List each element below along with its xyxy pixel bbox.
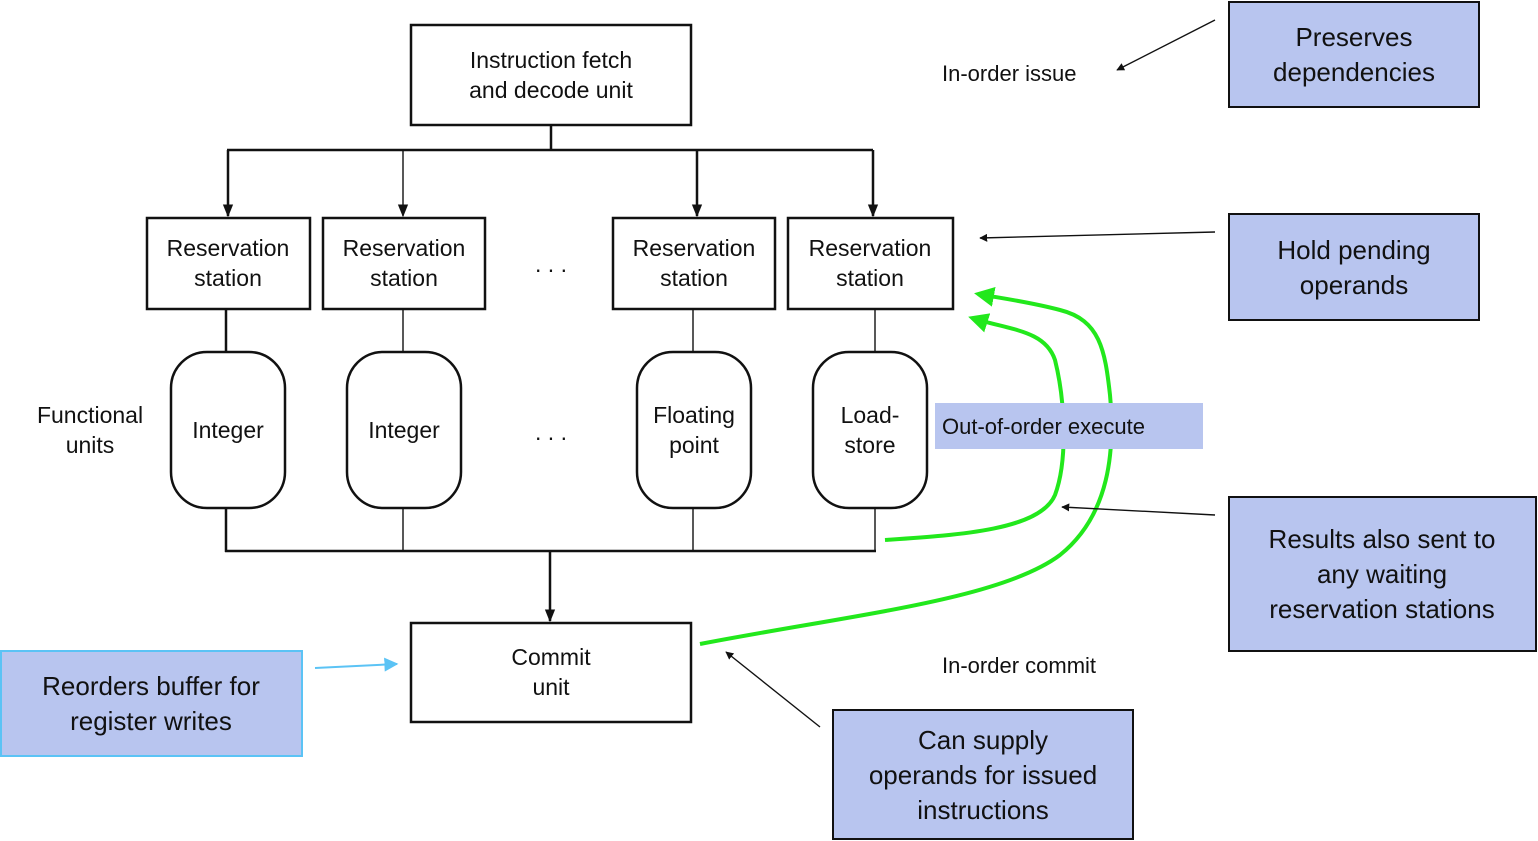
reorders-pointer-arrow [314, 657, 399, 672]
reservation-station-2: Reservation station [321, 216, 487, 311]
functional-unit-integer-1: Integer [169, 350, 287, 510]
fu1-label: Integer [192, 417, 264, 443]
hold-pointer-arrow [979, 231, 1216, 242]
rs2-label-line1: Reservation [343, 235, 466, 261]
hold-line2: operands [1300, 270, 1408, 300]
supply-line1: Can supply [918, 725, 1048, 755]
execute-label-text: Out-of-order execute [942, 414, 1145, 439]
reservation-station-3: Reservation station [611, 216, 777, 311]
commit-label-line2: unit [532, 674, 570, 700]
supply-line2: operands for issued [869, 760, 1097, 790]
results-line1: Results also sent to [1269, 524, 1496, 554]
annotation-can-supply-operands: Can supply operands for issued instructi… [832, 709, 1134, 840]
fu4-label-line2: store [844, 432, 895, 458]
reorders-line1: Reorders buffer for [42, 671, 260, 701]
fu3-label-line2: point [669, 432, 719, 458]
fetch-decode-label-line1: Instruction fetch [470, 47, 632, 73]
tomasulo-diagram: Instruction fetch and decode unit Reserv… [0, 1, 1537, 840]
commit-label-line1: Commit [511, 644, 591, 670]
stage-label-commit: In-order commit [942, 653, 1096, 678]
issue-bus [222, 125, 879, 218]
commit-unit: Commit unit [409, 621, 693, 724]
rs1-label-line1: Reservation [167, 235, 290, 261]
fu4-label-line1: Load- [841, 402, 900, 428]
preserves-line2: dependencies [1273, 57, 1435, 87]
annotation-hold-pending-operands: Hold pending operands [1228, 213, 1480, 321]
functional-units-label-line1: Functional [37, 402, 143, 428]
results-pointer-arrow [1061, 503, 1216, 516]
result-bus [224, 508, 876, 623]
preserves-pointer-arrow [1116, 19, 1216, 71]
stage-label-issue: In-order issue [942, 61, 1077, 86]
fetch-decode-label-line2: and decode unit [469, 77, 633, 103]
fu2-label: Integer [368, 417, 440, 443]
rs3-label-line1: Reservation [633, 235, 756, 261]
annotation-preserves-dependencies: Preserves dependencies [1228, 1, 1480, 108]
reservation-station-1: Reservation station [145, 216, 312, 311]
supply-line3: instructions [917, 795, 1049, 825]
annotation-results-sent: Results also sent to any waiting reserva… [1228, 496, 1537, 652]
reservation-station-4: Reservation station [786, 216, 955, 311]
functional-unit-floating-point: Floating point [635, 350, 753, 510]
functional-units-label-line2: units [66, 432, 115, 458]
rs4-label-line1: Reservation [809, 235, 932, 261]
annotation-reorders-buffer: Reorders buffer for register writes [0, 650, 303, 757]
reorders-line2: register writes [70, 706, 232, 736]
results-line2: any waiting [1317, 559, 1447, 589]
supply-pointer-arrow [725, 651, 821, 728]
stage-label-execute: Out-of-order execute [935, 403, 1203, 449]
fetch-decode-unit: Instruction fetch and decode unit [409, 23, 693, 127]
rs4-label-line2: station [836, 265, 904, 291]
rs2-label-line2: station [370, 265, 438, 291]
preserves-line1: Preserves [1295, 22, 1412, 52]
functional-unit-load-store: Load- store [811, 350, 929, 510]
rs-to-fu-wires [224, 309, 876, 352]
functional-unit-ellipsis: . . . [535, 419, 567, 445]
rs3-label-line2: station [660, 265, 728, 291]
fu3-label-line1: Floating [653, 402, 735, 428]
reservation-ellipsis: . . . [535, 251, 567, 277]
results-line3: reservation stations [1269, 594, 1494, 624]
functional-unit-integer-2: Integer [345, 350, 463, 510]
rs1-label-line2: station [194, 265, 262, 291]
hold-line1: Hold pending [1277, 235, 1430, 265]
